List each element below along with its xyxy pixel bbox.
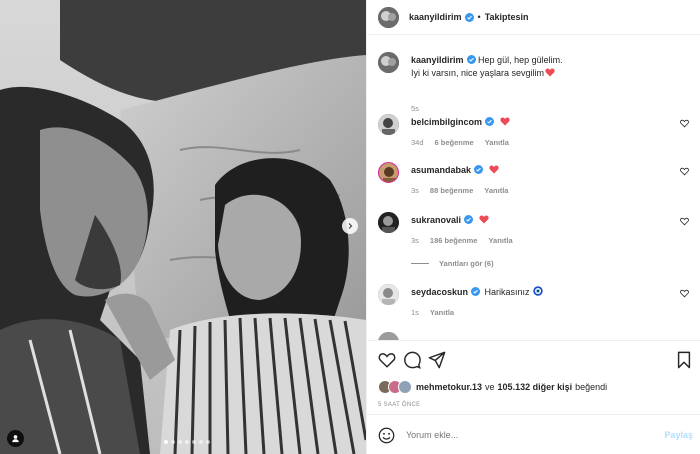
liker-avatars[interactable] xyxy=(378,380,412,394)
chevron-right-icon xyxy=(348,223,353,229)
reply-button[interactable]: Yanıtla xyxy=(430,308,454,317)
comment-time: 3s xyxy=(411,236,419,245)
post-actions: mehmetokur.13 ve 105.132 diğer kişi beğe… xyxy=(367,340,700,454)
avatar[interactable] xyxy=(378,284,399,305)
carousel-indicator xyxy=(164,440,210,444)
red-heart-emoji-icon xyxy=(478,215,489,224)
comment-like-heart-icon[interactable] xyxy=(680,119,689,128)
action-icons xyxy=(378,351,693,371)
header-username[interactable]: kaanyildirim xyxy=(409,12,462,22)
heart-icon[interactable] xyxy=(378,351,396,369)
bookmark-icon[interactable] xyxy=(675,351,693,369)
comment-likes[interactable]: 186 beğenme xyxy=(430,236,478,245)
avatar[interactable] xyxy=(378,212,399,233)
carousel-dot xyxy=(178,440,182,444)
comment-username[interactable]: belcimbilgincom xyxy=(411,117,482,127)
carousel-dot xyxy=(171,440,175,444)
post-photo[interactable] xyxy=(0,0,366,454)
avatar[interactable] xyxy=(378,114,399,135)
verified-icon xyxy=(485,117,495,126)
post-comment-button[interactable]: Paylaş xyxy=(664,430,693,440)
avatar[interactable] xyxy=(378,52,399,73)
couple-photo-image xyxy=(0,0,366,454)
comment-username[interactable]: asumandabak xyxy=(411,165,471,175)
comment-text: Harikasınız xyxy=(484,287,530,297)
comment-like-heart-icon[interactable] xyxy=(680,289,689,298)
verified-icon xyxy=(471,287,481,296)
post-side-panel: kaanyildirim • Takiptesin kaanyildirim H… xyxy=(366,0,700,454)
caption-time: 5s xyxy=(411,104,419,113)
avatar[interactable] xyxy=(378,332,399,340)
comment-time: 1s xyxy=(411,308,419,317)
comment-username[interactable]: seydacoskun xyxy=(411,287,468,297)
comment-likes[interactable]: 6 beğenme xyxy=(435,138,474,147)
carousel-dot xyxy=(185,440,189,444)
avatar[interactable] xyxy=(378,6,399,28)
carousel-dot xyxy=(199,440,203,444)
verified-icon xyxy=(474,165,484,174)
comment-like-heart-icon[interactable] xyxy=(680,217,689,226)
comment-time: 3s xyxy=(411,186,419,195)
carousel-dot xyxy=(206,440,210,444)
red-heart-emoji-icon xyxy=(488,165,499,174)
red-heart-emoji-icon xyxy=(499,117,510,126)
comment-time: 34d xyxy=(411,138,424,147)
comment-icon[interactable] xyxy=(403,351,421,369)
caption-line2: Iyi ki varsın, nice yaşlara sevgilim xyxy=(411,68,545,78)
user-tag-icon xyxy=(12,435,19,443)
view-replies-button[interactable]: Yanıtları gör (6) xyxy=(411,259,494,268)
verified-icon xyxy=(466,55,476,64)
likes-suffix: beğendi xyxy=(575,382,608,392)
emoji-icon[interactable] xyxy=(378,427,395,444)
caption-username[interactable]: kaanyildirim xyxy=(411,55,464,65)
user-tag-button[interactable] xyxy=(7,430,24,447)
avatar[interactable] xyxy=(378,162,399,183)
comment-likes[interactable]: 88 beğenme xyxy=(430,186,473,195)
view-replies-label: Yanıtları gör (6) xyxy=(439,259,494,268)
reply-button[interactable]: Yanıtla xyxy=(484,186,508,195)
liker-username[interactable]: mehmetokur.13 xyxy=(416,382,482,392)
carousel-next-button[interactable] xyxy=(342,218,358,234)
likes-conj: ve xyxy=(485,382,495,392)
likes-summary: mehmetokur.13 ve 105.132 diğer kişi beğe… xyxy=(378,380,607,394)
nazar-eye-emoji-icon xyxy=(533,286,543,296)
carousel-dot xyxy=(164,440,168,444)
share-icon[interactable] xyxy=(428,351,446,369)
likes-count[interactable]: 105.132 diğer kişi xyxy=(498,382,573,392)
comment-like-heart-icon[interactable] xyxy=(680,167,689,176)
red-heart-emoji-icon xyxy=(545,68,555,77)
verified-icon xyxy=(464,12,474,22)
post-modal: kaanyildirim • Takiptesin kaanyildirim H… xyxy=(0,0,700,454)
follow-status[interactable]: Takiptesin xyxy=(485,12,529,22)
post-timestamp[interactable]: 5 SAAT ÖNCE xyxy=(378,402,420,408)
verified-icon xyxy=(464,215,474,224)
carousel-dot xyxy=(192,440,196,444)
post-header: kaanyildirim • Takiptesin xyxy=(367,0,700,35)
reply-button[interactable]: Yanıtla xyxy=(485,138,509,147)
comment-username[interactable]: sukranovali xyxy=(411,215,461,225)
comments-list[interactable]: kaanyildirim Hep gül, hep gülelim. Iyi k… xyxy=(367,36,700,340)
header-separator: • xyxy=(477,12,481,22)
comment-input[interactable] xyxy=(406,430,646,440)
reply-button[interactable]: Yanıtla xyxy=(488,236,512,245)
add-comment-bar: Paylaş xyxy=(367,414,700,454)
avatar xyxy=(398,380,412,394)
caption-line1: Hep gül, hep gülelim. xyxy=(478,55,563,65)
